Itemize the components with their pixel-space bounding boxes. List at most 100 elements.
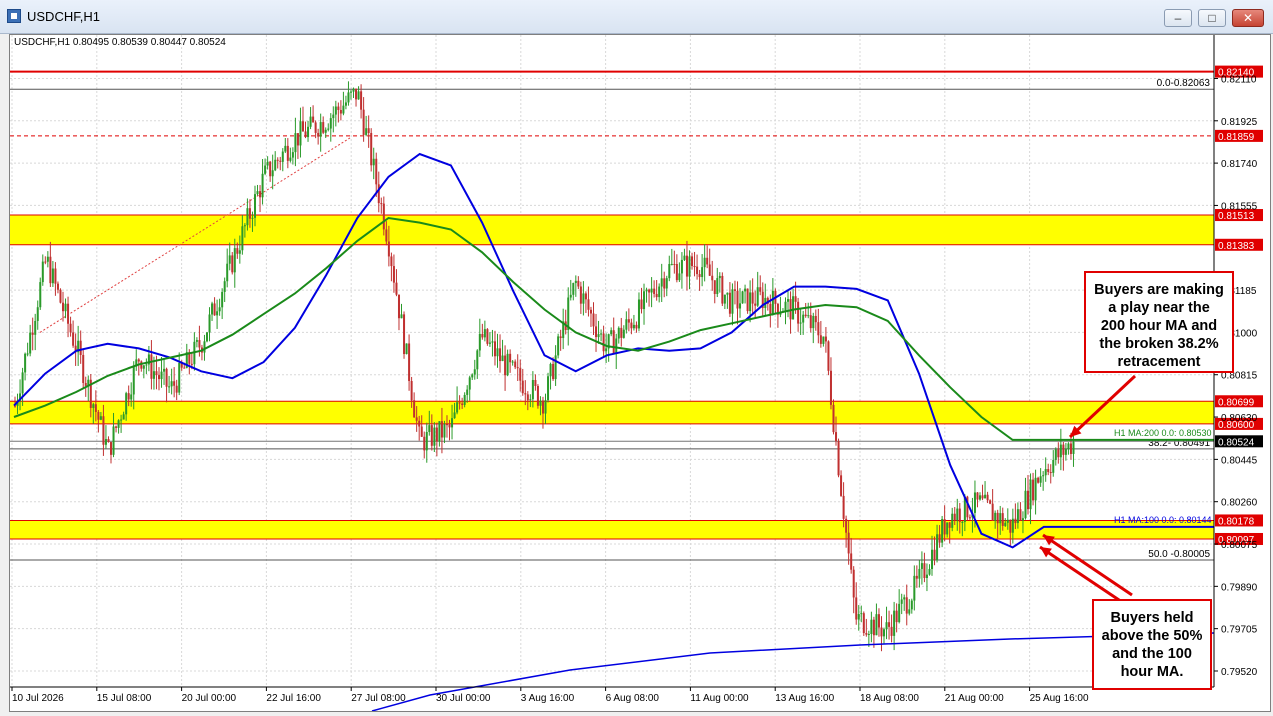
- candle-body: [1069, 443, 1072, 454]
- window-titlebar: USDCHF,H1 – □ ✕: [0, 0, 1273, 34]
- candle-body: [824, 336, 827, 342]
- candle-body: [284, 145, 287, 152]
- annotation-bottom-line: hour MA.: [1120, 664, 1184, 680]
- candle-body: [1006, 519, 1009, 523]
- candle-body: [488, 342, 491, 344]
- candle-body: [615, 338, 618, 354]
- price-level-tag-label: 0.80699: [1218, 397, 1255, 408]
- candle-body: [112, 426, 115, 455]
- candle-body: [799, 322, 802, 324]
- price-level-tag-label: 0.81513: [1218, 211, 1255, 222]
- candle-body: [1062, 444, 1065, 455]
- candle-body: [236, 248, 239, 254]
- candle-body: [31, 332, 34, 335]
- candle-body: [160, 371, 163, 380]
- candle-body: [1009, 519, 1012, 533]
- candle-body: [605, 348, 608, 352]
- candle-body: [910, 600, 913, 610]
- candle-body: [413, 400, 416, 418]
- candle-body: [1042, 475, 1045, 477]
- candle-body: [744, 288, 747, 292]
- candle-body: [67, 303, 70, 324]
- candle-body: [165, 368, 168, 387]
- candle-body: [807, 315, 810, 317]
- candle-body: [913, 575, 916, 601]
- candle-body: [499, 348, 502, 362]
- candle-body: [572, 283, 575, 295]
- candle-body: [718, 275, 721, 279]
- candle-body: [549, 363, 552, 377]
- candle-body: [569, 294, 572, 298]
- candle-body: [337, 106, 340, 110]
- candle-body: [665, 278, 668, 289]
- price-tick-label: 0.79520: [1221, 667, 1258, 678]
- maximize-button[interactable]: □: [1198, 9, 1226, 27]
- candle-body: [372, 158, 375, 166]
- candle-body: [92, 404, 95, 408]
- minimize-button[interactable]: –: [1164, 9, 1192, 27]
- candle-body: [994, 512, 997, 521]
- candle-body: [51, 268, 54, 284]
- candle-body: [231, 255, 234, 273]
- candle-body: [632, 324, 635, 329]
- fib-level-label: 50.0 -0.80005: [1148, 549, 1210, 560]
- candle-body: [784, 301, 787, 312]
- candle-body: [223, 281, 226, 292]
- candle-body: [979, 495, 982, 500]
- close-button[interactable]: ✕: [1232, 9, 1264, 27]
- candle-body: [84, 382, 87, 386]
- candle-body: [756, 287, 759, 306]
- candle-body: [953, 513, 956, 521]
- price-level-tag-label: 0.81383: [1218, 241, 1255, 252]
- candle-body: [150, 354, 153, 379]
- candle-body: [1037, 477, 1040, 483]
- candle-body: [860, 613, 863, 615]
- chart-area[interactable]: 0.0-0.82063 38.2- 0.80491 50.0 -0.80005 0.8…: [9, 34, 1271, 712]
- candle-body: [587, 299, 590, 310]
- candle-body: [344, 102, 347, 106]
- candle-body: [1011, 518, 1014, 533]
- candle-body: [673, 263, 676, 265]
- candle-body: [989, 500, 992, 504]
- candle-body: [693, 266, 696, 268]
- candle-body: [178, 362, 181, 393]
- candle-body: [622, 329, 625, 338]
- candle-body: [877, 614, 880, 628]
- candle-body: [218, 307, 221, 312]
- candle-body: [41, 261, 44, 283]
- candle-body: [721, 275, 724, 304]
- candle-body: [670, 263, 673, 265]
- candle-body: [271, 170, 274, 177]
- window-title: USDCHF,H1: [27, 9, 100, 24]
- candle-body: [701, 267, 704, 278]
- candle-body: [600, 333, 603, 335]
- candle-body: [243, 225, 246, 227]
- candle-body: [403, 314, 406, 355]
- price-chart[interactable]: 0.0-0.8206338.2- 0.8049150.0 -0.800050.8…: [10, 35, 1270, 712]
- candle-body: [276, 159, 279, 161]
- candle-body: [453, 412, 456, 419]
- candle-body: [420, 426, 423, 437]
- candle-body: [769, 303, 772, 315]
- candle-body: [49, 256, 52, 284]
- candle-body: [946, 522, 949, 535]
- candle-body: [1001, 513, 1004, 526]
- candle-body: [102, 416, 105, 445]
- candle-body: [26, 353, 29, 355]
- candle-body: [347, 92, 350, 103]
- annotation-top-line: Buyers are making: [1094, 282, 1224, 298]
- candle-body: [155, 371, 158, 376]
- candle-body: [961, 521, 964, 523]
- candle-body: [804, 314, 807, 317]
- price-level-tag-label: 0.81859: [1218, 132, 1255, 143]
- candle-body: [541, 400, 544, 414]
- candle-body: [94, 404, 97, 412]
- candle-body: [731, 289, 734, 314]
- candle-body: [125, 393, 128, 415]
- candle-body: [696, 266, 699, 275]
- candle-body: [683, 255, 686, 260]
- candle-body: [349, 91, 353, 93]
- candle-body: [872, 619, 875, 636]
- candle-body: [428, 425, 431, 433]
- candle-body: [387, 241, 390, 257]
